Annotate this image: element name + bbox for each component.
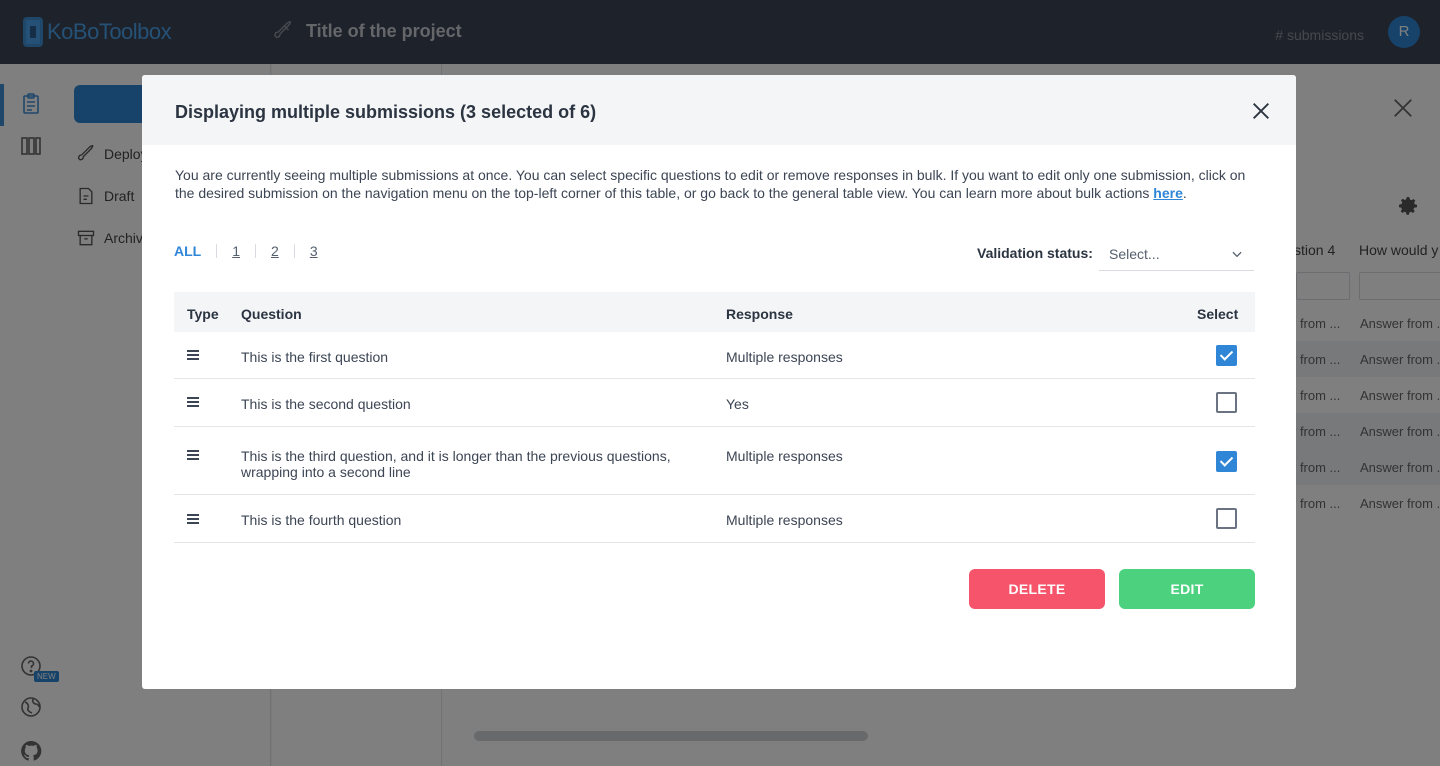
intro-text: You are currently seeing multiple submis… (175, 166, 1265, 202)
table-row: This is the second question Yes (174, 379, 1255, 427)
table-header: Type Question Response Select (174, 292, 1255, 332)
table-row: This is the fourth question Multiple res… (174, 495, 1255, 543)
close-icon[interactable] (1250, 100, 1272, 122)
header-type: Type (187, 306, 219, 322)
select-checkbox[interactable] (1216, 508, 1237, 529)
tab-2[interactable]: 2 (255, 244, 294, 258)
validation-status-select[interactable]: Select... (1099, 238, 1254, 271)
text-type-icon (187, 350, 199, 360)
response-text: Multiple responses (726, 349, 843, 365)
select-checkbox[interactable] (1216, 392, 1237, 413)
tab-1[interactable]: 1 (216, 244, 255, 258)
question-text: This is the first question (241, 349, 389, 365)
tab-all[interactable]: ALL (174, 244, 216, 258)
header-select: Select (1197, 306, 1239, 322)
text-type-icon (187, 450, 199, 460)
text-type-icon (187, 397, 199, 407)
header-response: Response (726, 306, 793, 322)
chevron-down-icon (1232, 251, 1242, 258)
intro-body: You are currently seeing multiple submis… (175, 167, 1246, 201)
bulk-submissions-modal: Displaying multiple submissions (3 selec… (142, 75, 1296, 689)
tab-3[interactable]: 3 (293, 244, 333, 258)
modal-header: Displaying multiple submissions (3 selec… (142, 75, 1296, 145)
table-row: This is the third question, and it is lo… (174, 427, 1255, 495)
question-text: This is the third question, and it is lo… (241, 448, 671, 480)
select-checkbox[interactable] (1216, 451, 1237, 472)
submission-tabs: ALL 1 2 3 (174, 244, 333, 258)
intro-end: . (1182, 185, 1187, 201)
response-text: Multiple responses (726, 448, 843, 464)
questions-table: Type Question Response Select This is th… (174, 292, 1255, 543)
text-type-icon (187, 514, 199, 524)
question-text: This is the fourth question (241, 512, 402, 528)
header-question: Question (241, 306, 302, 322)
edit-button[interactable]: EDIT (1119, 569, 1255, 609)
modal-title: Displaying multiple submissions (3 selec… (175, 102, 597, 122)
delete-button[interactable]: DELETE (969, 569, 1105, 609)
table-row: This is the first question Multiple resp… (174, 332, 1255, 379)
response-text: Yes (726, 396, 749, 412)
question-text: This is the second question (241, 396, 411, 412)
response-text: Multiple responses (726, 512, 843, 528)
validation-select-value: Select... (1109, 246, 1160, 262)
select-checkbox[interactable] (1216, 345, 1237, 366)
validation-status-label: Validation status: (977, 245, 1093, 261)
learn-more-link[interactable]: here (1153, 185, 1183, 201)
